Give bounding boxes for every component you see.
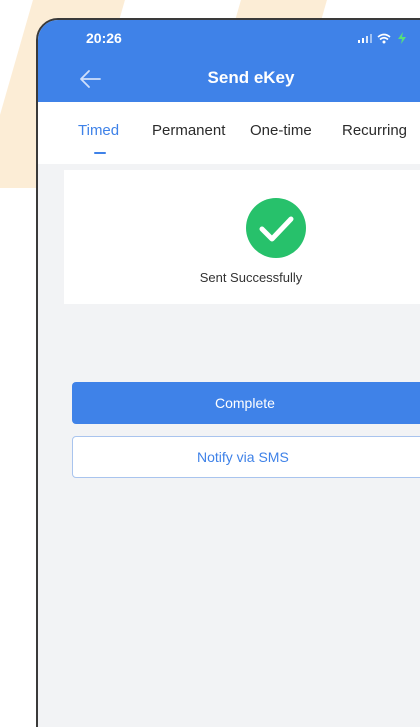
- phone-frame: 20:26 Send eKey Timed Permanent One-time…: [36, 18, 420, 727]
- screenshot-page: 20:26 Send eKey Timed Permanent One-time…: [0, 0, 420, 727]
- check-circle-icon: [246, 198, 306, 258]
- tab-timed[interactable]: Timed: [78, 122, 119, 139]
- signal-icon: [358, 33, 372, 43]
- wifi-icon: [377, 33, 391, 44]
- tab-permanent[interactable]: Permanent: [152, 122, 225, 139]
- success-message: Sent Successfully: [199, 270, 303, 285]
- back-button[interactable]: [78, 68, 104, 90]
- tab-one-time[interactable]: One-time: [250, 122, 312, 139]
- page-title: Send eKey: [207, 68, 295, 87]
- arrow-left-icon: [80, 70, 101, 88]
- app-header: 20:26 Send eKey: [38, 20, 420, 102]
- tab-bar: Timed Permanent One-time Recurring: [38, 102, 420, 164]
- status-time: 20:26: [86, 30, 122, 46]
- tab-recurring[interactable]: Recurring: [342, 122, 407, 139]
- active-tab-indicator: [94, 152, 106, 154]
- notify-sms-button[interactable]: Notify via SMS: [72, 436, 420, 478]
- status-icons: [358, 32, 408, 44]
- battery-charging-icon: [396, 32, 408, 44]
- complete-button[interactable]: Complete: [72, 382, 420, 424]
